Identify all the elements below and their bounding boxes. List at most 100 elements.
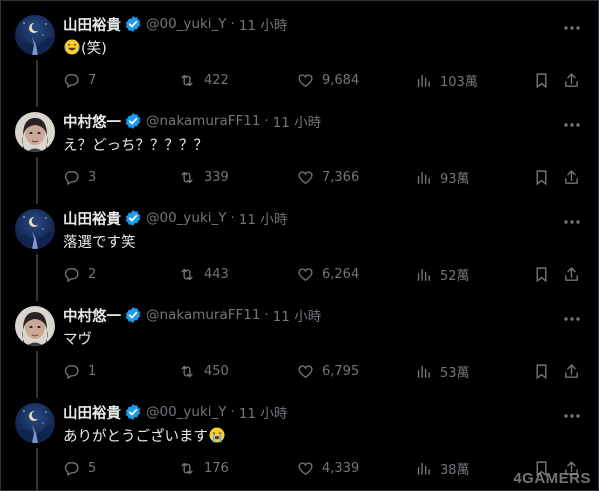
view-count: 93萬 — [440, 171, 470, 187]
bookmark-button[interactable] — [534, 71, 557, 89]
more-icon[interactable] — [563, 210, 581, 229]
separator-dot: · — [230, 404, 235, 420]
avatar[interactable] — [15, 403, 55, 443]
retweet-button[interactable]: 443 — [178, 265, 229, 283]
bookmark-icon — [534, 363, 557, 380]
display-name[interactable]: 山田裕貴 — [63, 402, 121, 423]
like-button[interactable]: 6,264 — [297, 265, 359, 283]
share-button[interactable] — [563, 265, 588, 283]
avatar[interactable] — [15, 112, 55, 152]
display-name[interactable]: 山田裕貴 — [63, 14, 121, 35]
retweet-count: 450 — [204, 363, 229, 379]
reply-button[interactable]: 2 — [63, 265, 96, 283]
timestamp[interactable]: 11 小時 — [273, 111, 321, 131]
retweet-count: 422 — [204, 72, 229, 88]
avatar[interactable] — [15, 15, 55, 55]
bookmark-button[interactable] — [534, 168, 557, 186]
separator-dot: · — [264, 307, 269, 323]
reply-button[interactable]: 3 — [63, 168, 96, 186]
avatar[interactable] — [15, 306, 55, 346]
share-icon — [563, 169, 588, 186]
user-handle[interactable]: @00_yuki_Y — [146, 16, 227, 32]
views-button[interactable]: 103萬 — [415, 71, 478, 90]
tweet-actions: 3 339 7,366 93萬 — [63, 168, 583, 187]
views-icon — [415, 460, 440, 477]
reply-count: 5 — [88, 460, 97, 476]
more-icon[interactable] — [563, 16, 581, 35]
reply-icon — [63, 363, 88, 380]
retweet-button[interactable]: 176 — [178, 459, 229, 477]
views-button[interactable]: 38萬 — [415, 459, 470, 478]
retweet-button[interactable]: 450 — [178, 362, 229, 380]
like-button[interactable]: 4,339 — [297, 459, 359, 477]
more-icon[interactable] — [563, 404, 581, 423]
views-button[interactable]: 52萬 — [415, 265, 470, 284]
retweet-icon — [178, 363, 204, 380]
views-icon — [415, 72, 440, 89]
bookmark-button[interactable] — [534, 362, 557, 380]
views-button[interactable]: 93萬 — [415, 168, 470, 187]
more-icon[interactable] — [563, 113, 581, 132]
display-name[interactable]: 中村悠一 — [63, 111, 121, 132]
verified-badge-icon — [124, 15, 142, 33]
tweet-text: 落選です笑 — [63, 235, 136, 251]
like-button[interactable]: 9,684 — [297, 71, 359, 89]
retweet-icon — [178, 72, 204, 89]
reply-icon — [63, 72, 88, 89]
bookmark-button[interactable] — [534, 265, 557, 283]
tweet[interactable]: 山田裕貴 @00_yuki_Y · 11 小時 (笑) 7 422 9,684 103萬 — [0, 0, 599, 107]
tweet-text: マヴ — [63, 332, 92, 348]
heart-icon — [297, 363, 322, 380]
view-count: 52萬 — [440, 268, 470, 284]
tweet-actions: 1 450 6,795 53萬 — [63, 362, 583, 381]
retweet-button[interactable]: 422 — [178, 71, 229, 89]
reply-count: 3 — [88, 169, 97, 185]
verified-badge-icon — [124, 209, 142, 227]
separator-dot: · — [264, 113, 269, 129]
timestamp[interactable]: 11 小時 — [273, 305, 321, 325]
tweet-header: 中村悠一 @nakamuraFF11 · 11 小時 — [63, 305, 321, 325]
share-icon — [563, 266, 588, 283]
user-handle[interactable]: @nakamuraFF11 — [146, 307, 260, 323]
share-button[interactable] — [563, 362, 588, 380]
views-button[interactable]: 53萬 — [415, 362, 470, 381]
heart-icon — [297, 169, 322, 186]
like-count: 6,795 — [322, 363, 360, 379]
display-name[interactable]: 山田裕貴 — [63, 208, 121, 229]
heart-icon — [297, 266, 322, 283]
timestamp[interactable]: 11 小時 — [239, 208, 287, 228]
tweet-header: 山田裕貴 @00_yuki_Y · 11 小時 — [63, 208, 287, 228]
user-handle[interactable]: @nakamuraFF11 — [146, 113, 260, 129]
user-handle[interactable]: @00_yuki_Y — [146, 404, 227, 420]
display-name[interactable]: 中村悠一 — [63, 305, 121, 326]
timestamp[interactable]: 11 小時 — [239, 402, 287, 422]
views-icon — [415, 266, 440, 283]
thread-line — [36, 448, 38, 491]
share-button[interactable] — [563, 168, 588, 186]
tweet[interactable]: 中村悠一 @nakamuraFF11 · 11 小時 え？どっち？？？？？ 3 339 7,3… — [0, 97, 599, 204]
more-icon[interactable] — [563, 307, 581, 326]
retweet-count: 443 — [204, 266, 229, 282]
avatar[interactable] — [15, 209, 55, 249]
reply-button[interactable]: 7 — [63, 71, 96, 89]
reply-count: 1 — [88, 363, 97, 379]
share-button[interactable] — [563, 71, 588, 89]
view-count: 103萬 — [440, 74, 478, 90]
share-icon — [563, 363, 588, 380]
like-count: 4,339 — [322, 460, 360, 476]
user-handle[interactable]: @00_yuki_Y — [146, 210, 227, 226]
reply-button[interactable]: 5 — [63, 459, 96, 477]
tweet-header: 山田裕貴 @00_yuki_Y · 11 小時 — [63, 14, 287, 34]
timestamp[interactable]: 11 小時 — [239, 14, 287, 34]
like-button[interactable]: 6,795 — [297, 362, 359, 380]
reply-button[interactable]: 1 — [63, 362, 96, 380]
heart-icon — [297, 460, 322, 477]
tweet[interactable]: 山田裕貴 @00_yuki_Y · 11 小時 落選です笑 2 443 6,264 52萬 — [0, 194, 599, 301]
bookmark-icon — [534, 266, 557, 283]
tweet[interactable]: 中村悠一 @nakamuraFF11 · 11 小時マヴ 1 450 6,795 53萬 — [0, 291, 599, 398]
retweet-button[interactable]: 339 — [178, 168, 229, 186]
tweet[interactable]: 山田裕貴 @00_yuki_Y · 11 小時 ありがとうございます 5 176 4,339 3… — [0, 388, 599, 491]
like-button[interactable]: 7,366 — [297, 168, 359, 186]
bookmark-icon — [534, 169, 557, 186]
bookmark-icon — [534, 72, 557, 89]
